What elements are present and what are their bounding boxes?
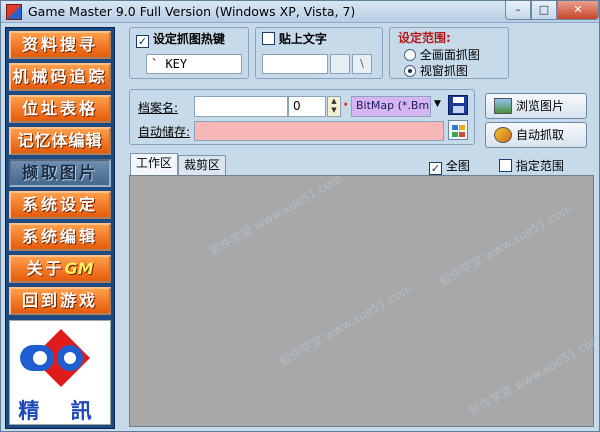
paste-text-button-2[interactable]: \ bbox=[352, 54, 372, 74]
paste-text-checkbox-label: 贴上文字 bbox=[278, 32, 327, 46]
range-window-label: 视窗抓图 bbox=[419, 64, 468, 78]
minimize-button[interactable]: – bbox=[505, 1, 531, 20]
range-full-label: 全画面抓图 bbox=[419, 48, 480, 62]
specified-range-option[interactable]: 指定范围 bbox=[499, 157, 564, 174]
paste-text-group: 贴上文字 \ bbox=[255, 27, 383, 79]
sidebar: 资料搜寻 机械码追踪 位址表格 记忆体编辑 撷取图片 系统设定 系统编辑 关于G… bbox=[5, 27, 115, 429]
autosave-label: 自动储存: bbox=[138, 125, 191, 139]
hotkey-checkbox-label: 设定抓图热键 bbox=[152, 32, 225, 46]
picture-icon bbox=[494, 98, 512, 114]
sidebar-item-back-to-game[interactable]: 回到游戏 bbox=[9, 287, 111, 315]
specified-range-label: 指定范围 bbox=[515, 159, 564, 173]
file-group: 档案名: 0 ▲▼ · BitMap (*.Bmp) ▼ 自动储存: bbox=[129, 89, 475, 145]
workspace-canvas[interactable]: 软件学堂 www.xue51.com 软件学堂 www.xue51.com 软件… bbox=[129, 171, 599, 427]
format-dropdown-chevron-icon[interactable]: ▼ bbox=[434, 99, 441, 109]
full-image-checkbox[interactable]: ✓ bbox=[429, 162, 442, 175]
full-image-label: 全图 bbox=[445, 159, 470, 173]
paste-text-input[interactable] bbox=[262, 54, 328, 74]
range-group: 设定范围: 全画面抓图 视窗抓图 bbox=[389, 27, 509, 79]
file-name-input[interactable] bbox=[194, 96, 288, 117]
folder-browse-icon[interactable] bbox=[448, 120, 468, 140]
range-option-full[interactable]: 全画面抓图 bbox=[404, 46, 480, 63]
range-full-radio[interactable] bbox=[404, 49, 416, 61]
paste-text-button-1[interactable] bbox=[330, 54, 350, 74]
capture-icon bbox=[494, 127, 512, 143]
browse-images-button[interactable]: 浏览图片 bbox=[485, 93, 587, 119]
file-counter-input[interactable]: 0 bbox=[288, 96, 326, 117]
watermark-1: 软件学堂 www.xue51.com bbox=[206, 171, 345, 259]
app-window: Game Master 9.0 Full Version (Windows XP… bbox=[0, 0, 600, 432]
full-image-option[interactable]: ✓ 全图 bbox=[429, 157, 470, 175]
sidebar-item-about[interactable]: 关于GM bbox=[9, 255, 111, 283]
publisher-logo: 精 訊 bbox=[9, 320, 111, 425]
title-bar[interactable]: Game Master 9.0 Full Version (Windows XP… bbox=[1, 1, 599, 23]
sidebar-item-capture-image[interactable]: 撷取图片 bbox=[9, 159, 111, 187]
range-title: 设定范围: bbox=[398, 31, 451, 45]
window-title: Game Master 9.0 Full Version (Windows XP… bbox=[28, 4, 356, 19]
auto-capture-label: 自动抓取 bbox=[516, 128, 565, 142]
auto-capture-button[interactable]: 自动抓取 bbox=[485, 122, 587, 148]
range-option-window[interactable]: 视窗抓图 bbox=[404, 62, 468, 79]
paste-text-checkbox-row[interactable]: 贴上文字 bbox=[262, 30, 327, 47]
specified-range-checkbox[interactable] bbox=[499, 159, 512, 172]
sidebar-item-data-search[interactable]: 资料搜寻 bbox=[9, 31, 111, 59]
range-window-radio[interactable] bbox=[404, 65, 416, 77]
publisher-logo-text: 精 訊 bbox=[18, 398, 104, 423]
tab-workspace[interactable]: 工作区 bbox=[130, 153, 179, 175]
hotkey-checkbox[interactable]: ✓ bbox=[136, 35, 149, 48]
sidebar-item-address-table[interactable]: 位址表格 bbox=[9, 95, 111, 123]
file-counter-spinner[interactable]: ▲ ▼ bbox=[327, 96, 341, 117]
file-name-label: 档案名: bbox=[138, 101, 179, 115]
hotkey-checkbox-row[interactable]: ✓ 设定抓图热键 bbox=[136, 30, 225, 48]
format-select[interactable]: BitMap (*.Bmp) bbox=[351, 96, 431, 117]
paste-text-checkbox[interactable] bbox=[262, 32, 275, 45]
file-separator-dot: · bbox=[343, 97, 349, 113]
app-icon bbox=[6, 4, 22, 20]
about-label: 关于 bbox=[26, 259, 65, 278]
watermark-3: 软件学堂 www.xue51.com bbox=[276, 281, 415, 369]
close-button[interactable]: ✕ bbox=[557, 1, 599, 20]
autosave-input[interactable] bbox=[194, 121, 444, 141]
hotkey-group: ✓ 设定抓图热键 ` KEY bbox=[129, 27, 249, 79]
save-disk-icon[interactable] bbox=[448, 95, 468, 115]
sidebar-item-memory-edit[interactable]: 记忆体编辑 bbox=[9, 127, 111, 155]
browse-images-label: 浏览图片 bbox=[516, 99, 565, 113]
sidebar-item-system-edit[interactable]: 系统编辑 bbox=[9, 223, 111, 251]
watermark-4: 软件学堂 www.xue51.com bbox=[466, 331, 600, 419]
gm-logo-text: GM bbox=[64, 259, 94, 278]
sidebar-item-code-trace[interactable]: 机械码追踪 bbox=[9, 63, 111, 91]
maximize-button[interactable]: □ bbox=[531, 1, 557, 20]
hotkey-input[interactable]: ` KEY bbox=[146, 54, 242, 74]
sidebar-item-system-settings[interactable]: 系统设定 bbox=[9, 191, 111, 219]
tab-crop[interactable]: 裁剪区 bbox=[178, 155, 227, 175]
publisher-logo-mark bbox=[20, 329, 90, 387]
watermark-2: 软件学堂 www.xue51.com bbox=[436, 201, 575, 289]
